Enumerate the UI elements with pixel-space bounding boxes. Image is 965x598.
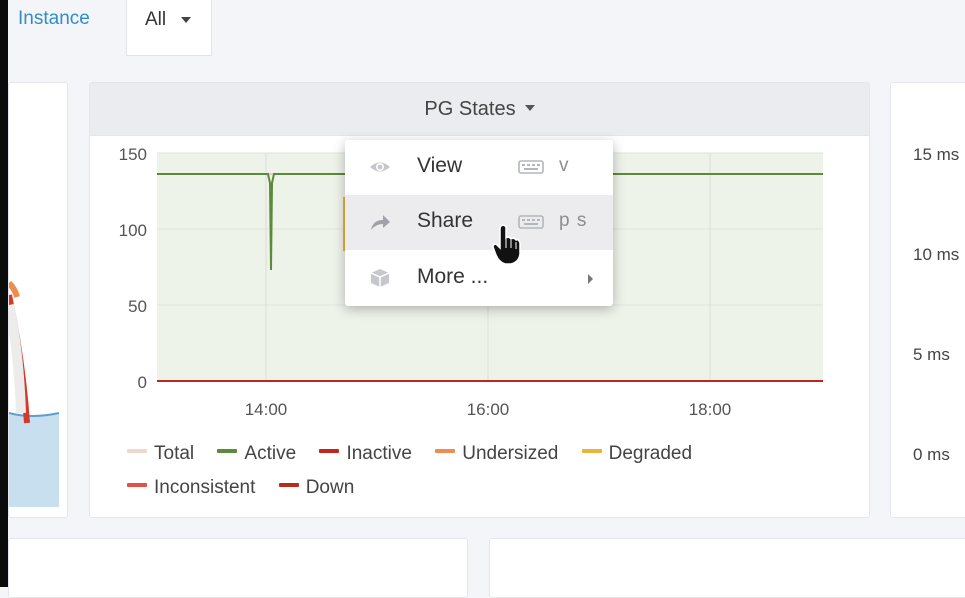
legend-item-inconsistent[interactable]: Inconsistent — [127, 477, 255, 499]
legend-label: Active — [244, 443, 297, 464]
legend-swatch — [319, 449, 340, 453]
x-tick-label: 16:00 — [467, 400, 510, 419]
keyboard-icon — [518, 160, 544, 174]
legend-item-active[interactable]: Active — [217, 443, 296, 465]
gauge-panel — [8, 82, 68, 518]
legend-item-inactive[interactable]: Inactive — [319, 443, 412, 465]
caret-down-icon — [181, 17, 191, 23]
legend-label: Down — [305, 477, 355, 498]
legend-item-undersized[interactable]: Undersized — [435, 443, 558, 465]
menu-item-more[interactable]: More ... — [345, 251, 613, 306]
y-tick-label: 10 ms — [913, 245, 960, 264]
legend-swatch — [278, 483, 299, 487]
legend-item-total[interactable]: Total — [127, 443, 194, 465]
hand-pointer-cursor-icon — [492, 224, 521, 265]
submenu-arrow-icon — [588, 274, 593, 284]
bottom-right-panel — [489, 538, 965, 598]
legend-item-degraded[interactable]: Degraded — [581, 443, 693, 465]
latency-panel: 15 ms 10 ms 5 ms 0 ms — [890, 82, 965, 518]
share-icon — [371, 215, 390, 230]
menu-item-label: Share — [417, 209, 474, 232]
legend-swatch — [127, 449, 147, 453]
gauge-graphic — [9, 280, 60, 507]
menu-item-view[interactable]: View v — [345, 140, 613, 195]
cube-icon — [370, 269, 390, 287]
menu-item-shortcut: p s — [559, 210, 588, 231]
variable-select-instance[interactable]: All — [126, 0, 212, 56]
x-tick-label: 14:00 — [245, 400, 288, 419]
menu-item-label: More ... — [417, 265, 489, 288]
legend-item-down[interactable]: Down — [278, 477, 355, 499]
variable-select-value: All — [145, 9, 167, 30]
legend-label: Degraded — [608, 443, 693, 464]
legend-label: Inactive — [346, 443, 412, 464]
menu-item-share[interactable]: Share p s — [345, 195, 613, 250]
y-tick-label: 50 — [128, 297, 147, 316]
y-tick-label: 15 ms — [913, 145, 960, 164]
menu-item-shortcut: v — [559, 155, 570, 176]
y-tick-label: 100 — [119, 221, 147, 240]
y-tick-label: 5 ms — [913, 345, 950, 364]
legend-label: Total — [154, 443, 195, 464]
legend-swatch — [127, 483, 147, 487]
menu-item-label: View — [417, 154, 463, 177]
eye-icon — [370, 162, 390, 172]
window-edge — [0, 0, 8, 587]
x-tick-label: 18:00 — [689, 400, 732, 419]
y-tick-label: 0 — [138, 373, 147, 392]
variable-label-instance: Instance — [8, 0, 126, 52]
bottom-left-panel — [8, 538, 468, 598]
legend-label: Inconsistent — [154, 477, 256, 498]
panel-context-menu: View v Share p s More ... — [345, 140, 613, 306]
chart-legend: Total Active Inactive Undersized Degrade… — [127, 443, 767, 511]
legend-swatch — [435, 449, 456, 453]
y-tick-label: 0 ms — [913, 445, 950, 464]
legend-label: Undersized — [462, 443, 559, 464]
variable-label-text: Instance — [18, 8, 90, 29]
legend-swatch — [217, 449, 238, 453]
legend-swatch — [581, 449, 602, 453]
y-tick-label: 150 — [119, 145, 147, 164]
